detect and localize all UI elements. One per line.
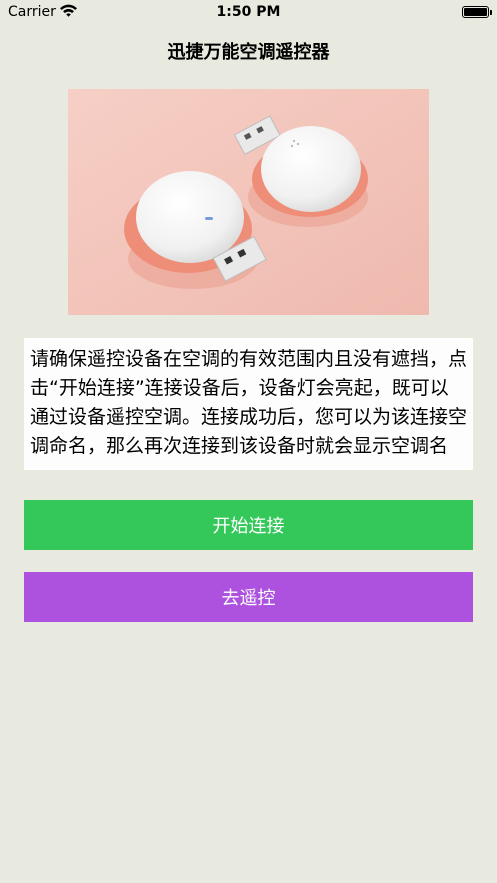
page-title: 迅捷万能空调遥控器 (167, 42, 330, 63)
status-bar: Carrier 1:50 PM (0, 0, 497, 26)
instructions-text-area[interactable]: 请确保遥控设备在空调的有效范围内且没有遮挡，点击“开始连接”连接设备后，设备灯会… (24, 338, 473, 470)
status-time: 1:50 PM (216, 4, 281, 20)
device-product-image (68, 89, 429, 315)
battery-icon (462, 6, 489, 18)
go-remote-button[interactable]: 去遥控 (24, 572, 473, 622)
instructions-text: 请确保遥控设备在空调的有效范围内且没有遮挡，点击“开始连接”连接设备后，设备灯会… (30, 348, 468, 457)
battery-tip (490, 10, 492, 15)
start-connect-button[interactable]: 开始连接 (24, 500, 473, 550)
